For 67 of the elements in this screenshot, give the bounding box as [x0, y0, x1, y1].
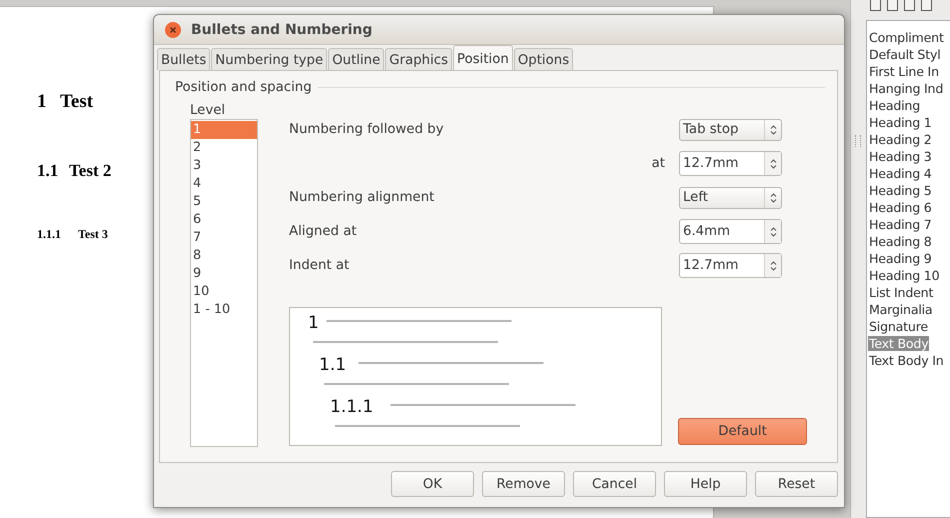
heading-text: Test 2: [69, 161, 112, 182]
up-down-arrows-icon[interactable]: [770, 158, 776, 170]
tab[interactable]: Outline: [328, 48, 384, 70]
up-down-arrows-icon[interactable]: [770, 226, 776, 238]
style-list-item[interactable]: Heading 8: [868, 234, 933, 249]
field-label: Indent at: [289, 257, 350, 275]
level-item[interactable]: 5: [191, 193, 257, 211]
spin-field[interactable]: 12.7mm: [679, 253, 782, 278]
field-label: Numbering alignment: [289, 189, 436, 207]
spin-field[interactable]: 6.4mm: [679, 219, 782, 244]
level-item[interactable]: 6: [191, 211, 257, 229]
tab[interactable]: Bullets: [157, 48, 210, 70]
field-label: Aligned at: [289, 223, 358, 241]
style-list-item[interactable]: Heading 2: [868, 132, 933, 147]
dialog-button[interactable]: Cancel: [573, 471, 656, 497]
level-label: Level: [190, 102, 226, 119]
level-item[interactable]: 1 - 10: [191, 301, 257, 319]
level-item[interactable]: 9: [191, 265, 257, 283]
style-list-item[interactable]: Heading 6: [868, 200, 933, 215]
field-label: at: [650, 155, 666, 173]
dialog-button[interactable]: Remove: [482, 471, 565, 497]
default-button[interactable]: Default: [678, 418, 807, 445]
level-item[interactable]: 7: [191, 229, 257, 247]
style-list-item[interactable]: Text Body In: [868, 353, 945, 368]
style-list-item[interactable]: Default Styl: [868, 47, 942, 62]
level-item[interactable]: 10: [191, 283, 257, 301]
tab[interactable]: Options: [514, 48, 574, 70]
style-list-item[interactable]: Heading 10: [868, 268, 940, 283]
level-item[interactable]: 2: [191, 139, 257, 157]
style-list-item[interactable]: Heading 4: [868, 166, 933, 181]
dropdown[interactable]: Left: [679, 186, 782, 208]
style-list-item[interactable]: Compliment: [868, 30, 945, 45]
section-title: Position and spacing: [175, 80, 312, 95]
heading-number: 1: [37, 91, 48, 114]
numbering-preview: 1 1.1 1.1.1: [290, 308, 661, 445]
style-list-item[interactable]: Heading 3: [868, 149, 933, 164]
heading-text: Test: [60, 91, 94, 114]
level-item[interactable]: 4: [191, 175, 257, 193]
close-icon[interactable]: [165, 22, 181, 38]
style-list-item[interactable]: Marginalia: [868, 302, 934, 317]
dropdown[interactable]: Tab stop: [679, 118, 782, 140]
style-list-item[interactable]: Signature: [868, 319, 929, 334]
dialog-title: Bullets and Numbering: [191, 22, 372, 38]
heading-text: Test 3: [78, 227, 108, 242]
up-down-arrows-icon[interactable]: [770, 192, 776, 204]
tab[interactable]: Numbering type: [211, 48, 328, 70]
style-list-item[interactable]: Heading 5: [868, 183, 933, 198]
dialog-button[interactable]: OK: [391, 471, 474, 497]
style-list-item[interactable]: First Line In: [868, 64, 940, 79]
tab[interactable]: Graphics: [385, 48, 452, 70]
up-down-arrows-icon[interactable]: [770, 124, 776, 136]
up-down-arrows-icon[interactable]: [770, 260, 776, 272]
style-list-item[interactable]: Heading: [868, 98, 922, 113]
heading-number: 1.1.1: [37, 227, 62, 242]
level-item[interactable]: 3: [191, 157, 257, 175]
dialog-button[interactable]: Reset: [755, 471, 838, 497]
dialog-button[interactable]: Help: [664, 471, 747, 497]
style-list-item[interactable]: List Indent: [868, 285, 934, 300]
style-list-item[interactable]: Heading 1: [868, 115, 933, 130]
style-list-item[interactable]: Hanging Ind: [868, 81, 944, 96]
style-list-item[interactable]: Heading 7: [868, 217, 933, 232]
style-list-item[interactable]: Heading 9: [868, 251, 933, 266]
level-item[interactable]: 8: [191, 247, 257, 265]
spin-field[interactable]: 12.7mm: [679, 151, 782, 176]
field-label: Numbering followed by: [289, 121, 445, 139]
tab[interactable]: Position: [453, 45, 513, 70]
heading-number: 1.1: [37, 161, 60, 182]
